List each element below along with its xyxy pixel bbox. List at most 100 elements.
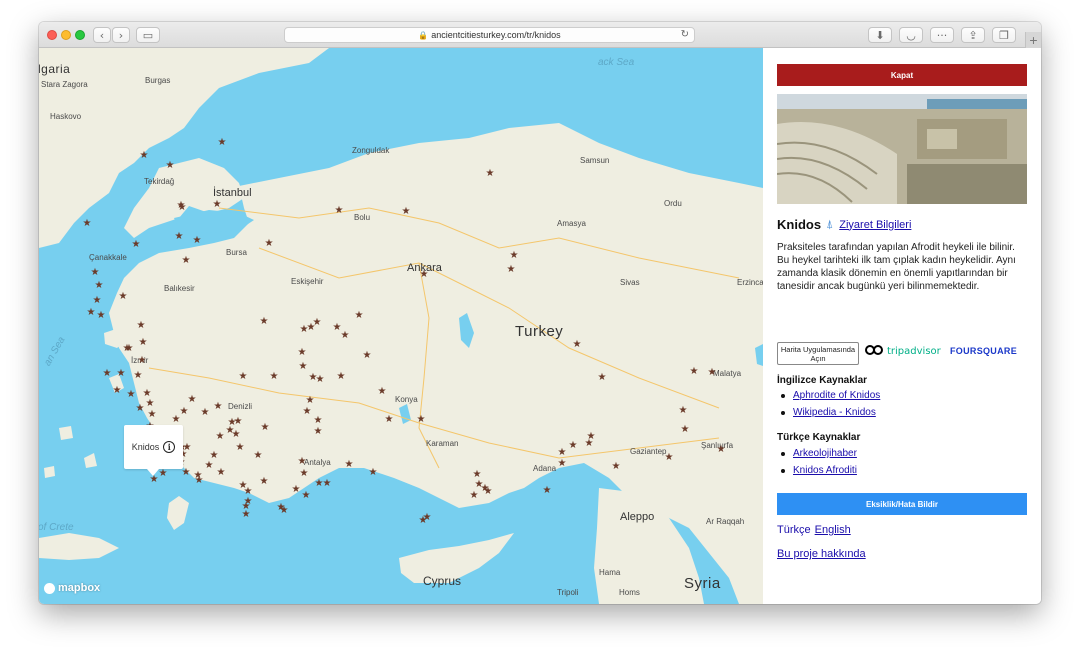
- site-marker-star-icon[interactable]: ★: [368, 468, 378, 478]
- site-marker-star-icon[interactable]: ★: [302, 407, 312, 417]
- site-marker-star-icon[interactable]: ★: [86, 308, 96, 318]
- back-button[interactable]: ‹: [93, 27, 111, 43]
- close-window-button[interactable]: [47, 30, 57, 40]
- site-marker-star-icon[interactable]: ★: [291, 485, 301, 495]
- site-marker-star-icon[interactable]: ★: [260, 423, 270, 433]
- site-marker-star-icon[interactable]: ★: [102, 369, 112, 379]
- site-marker-star-icon[interactable]: ★: [96, 311, 106, 321]
- site-marker-star-icon[interactable]: ★: [135, 404, 145, 414]
- site-marker-star-icon[interactable]: ★: [344, 460, 354, 470]
- source-link-aphrodite[interactable]: Aphrodite of Knidos: [793, 387, 880, 404]
- site-marker-star-icon[interactable]: ★: [572, 340, 582, 350]
- site-marker-star-icon[interactable]: ★: [174, 232, 184, 242]
- site-marker-star-icon[interactable]: ★: [177, 203, 187, 213]
- zoom-window-button[interactable]: [75, 30, 85, 40]
- site-marker-star-icon[interactable]: ★: [238, 372, 248, 382]
- visit-info-link[interactable]: Ziyaret Bilgileri: [839, 219, 911, 231]
- site-marker-star-icon[interactable]: ★: [112, 386, 122, 396]
- site-marker-star-icon[interactable]: ★: [259, 477, 269, 487]
- site-marker-star-icon[interactable]: ★: [299, 469, 309, 479]
- source-link-knidos-afroditi[interactable]: Knidos Afroditi: [793, 462, 857, 479]
- site-marker-star-icon[interactable]: ★: [238, 481, 248, 491]
- info-icon[interactable]: i: [163, 441, 176, 453]
- site-marker-star-icon[interactable]: ★: [137, 356, 147, 366]
- language-english-link[interactable]: English: [815, 524, 851, 536]
- site-marker-star-icon[interactable]: ★: [264, 239, 274, 249]
- sidebar-button[interactable]: ▭: [136, 27, 160, 43]
- about-project-link[interactable]: Bu proje hakkında: [777, 548, 866, 560]
- site-marker-star-icon[interactable]: ★: [301, 491, 311, 501]
- site-marker-star-icon[interactable]: ★: [483, 487, 493, 497]
- site-marker-star-icon[interactable]: ★: [216, 468, 226, 478]
- site-marker-star-icon[interactable]: ★: [122, 344, 132, 354]
- site-marker-star-icon[interactable]: ★: [118, 292, 128, 302]
- site-marker-star-icon[interactable]: ★: [213, 402, 223, 412]
- share-button[interactable]: ⇪: [961, 27, 985, 43]
- site-marker-star-icon[interactable]: ★: [418, 516, 428, 526]
- minimize-window-button[interactable]: [61, 30, 71, 40]
- language-current[interactable]: Türkçe: [777, 524, 811, 536]
- site-marker-star-icon[interactable]: ★: [707, 368, 717, 378]
- site-marker-star-icon[interactable]: ★: [401, 207, 411, 217]
- site-marker-star-icon[interactable]: ★: [336, 372, 346, 382]
- site-marker-star-icon[interactable]: ★: [215, 432, 225, 442]
- site-marker-star-icon[interactable]: ★: [557, 459, 567, 469]
- site-marker-star-icon[interactable]: ★: [297, 457, 307, 467]
- new-tab-button[interactable]: +: [1025, 32, 1041, 48]
- site-marker-star-icon[interactable]: ★: [597, 373, 607, 383]
- site-marker-star-icon[interactable]: ★: [90, 268, 100, 278]
- site-marker-star-icon[interactable]: ★: [568, 441, 578, 451]
- site-marker-star-icon[interactable]: ★: [212, 200, 222, 210]
- site-marker-star-icon[interactable]: ★: [82, 219, 92, 229]
- site-marker-star-icon[interactable]: ★: [131, 240, 141, 250]
- site-marker-star-icon[interactable]: ★: [145, 399, 155, 409]
- pocket-button[interactable]: ◡: [899, 27, 923, 43]
- close-panel-button[interactable]: Kapat: [777, 64, 1027, 86]
- site-marker-star-icon[interactable]: ★: [116, 369, 126, 379]
- site-marker-star-icon[interactable]: ★: [92, 296, 102, 306]
- site-marker-star-icon[interactable]: ★: [334, 206, 344, 216]
- site-marker-star-icon[interactable]: ★: [147, 410, 157, 420]
- tripadvisor-link[interactable]: tripadvisor: [865, 345, 941, 357]
- reload-icon[interactable]: ↻: [681, 29, 689, 40]
- download-button[interactable]: ⬇: [868, 27, 892, 43]
- site-marker-star-icon[interactable]: ★: [469, 491, 479, 501]
- site-marker-star-icon[interactable]: ★: [200, 408, 210, 418]
- site-marker-star-icon[interactable]: ★: [179, 407, 189, 417]
- site-marker-star-icon[interactable]: ★: [315, 375, 325, 385]
- site-marker-star-icon[interactable]: ★: [209, 451, 219, 461]
- site-marker-star-icon[interactable]: ★: [306, 323, 316, 333]
- site-marker-star-icon[interactable]: ★: [297, 348, 307, 358]
- site-marker-star-icon[interactable]: ★: [204, 461, 214, 471]
- map-popup-knidos[interactable]: Knidos i: [124, 425, 183, 476]
- site-marker-star-icon[interactable]: ★: [542, 486, 552, 496]
- site-marker-star-icon[interactable]: ★: [509, 251, 519, 261]
- site-marker-star-icon[interactable]: ★: [313, 416, 323, 426]
- site-marker-star-icon[interactable]: ★: [181, 256, 191, 266]
- site-marker-star-icon[interactable]: ★: [241, 510, 251, 520]
- site-marker-star-icon[interactable]: ★: [377, 387, 387, 397]
- site-marker-star-icon[interactable]: ★: [322, 479, 332, 489]
- site-marker-star-icon[interactable]: ★: [305, 396, 315, 406]
- site-marker-star-icon[interactable]: ★: [182, 443, 192, 453]
- map-canvas[interactable]: lgaria Stara Zagora Burgas Haskovo ack S…: [39, 48, 763, 604]
- site-marker-star-icon[interactable]: ★: [689, 367, 699, 377]
- site-marker-star-icon[interactable]: ★: [664, 453, 674, 463]
- site-marker-star-icon[interactable]: ★: [133, 371, 143, 381]
- site-marker-star-icon[interactable]: ★: [193, 471, 203, 481]
- site-marker-star-icon[interactable]: ★: [485, 169, 495, 179]
- site-marker-star-icon[interactable]: ★: [94, 281, 104, 291]
- more-button[interactable]: ···: [930, 27, 954, 43]
- site-marker-star-icon[interactable]: ★: [716, 445, 726, 455]
- site-marker-star-icon[interactable]: ★: [231, 430, 241, 440]
- site-marker-star-icon[interactable]: ★: [298, 362, 308, 372]
- site-marker-star-icon[interactable]: ★: [678, 406, 688, 416]
- site-marker-star-icon[interactable]: ★: [187, 395, 197, 405]
- site-marker-star-icon[interactable]: ★: [269, 372, 279, 382]
- site-marker-star-icon[interactable]: ★: [362, 351, 372, 361]
- site-marker-star-icon[interactable]: ★: [313, 427, 323, 437]
- site-marker-star-icon[interactable]: ★: [181, 468, 191, 478]
- open-in-maps-button[interactable]: Harita Uygulamasında Açın: [777, 342, 859, 365]
- site-marker-star-icon[interactable]: ★: [354, 311, 364, 321]
- tabs-button[interactable]: ❐: [992, 27, 1016, 43]
